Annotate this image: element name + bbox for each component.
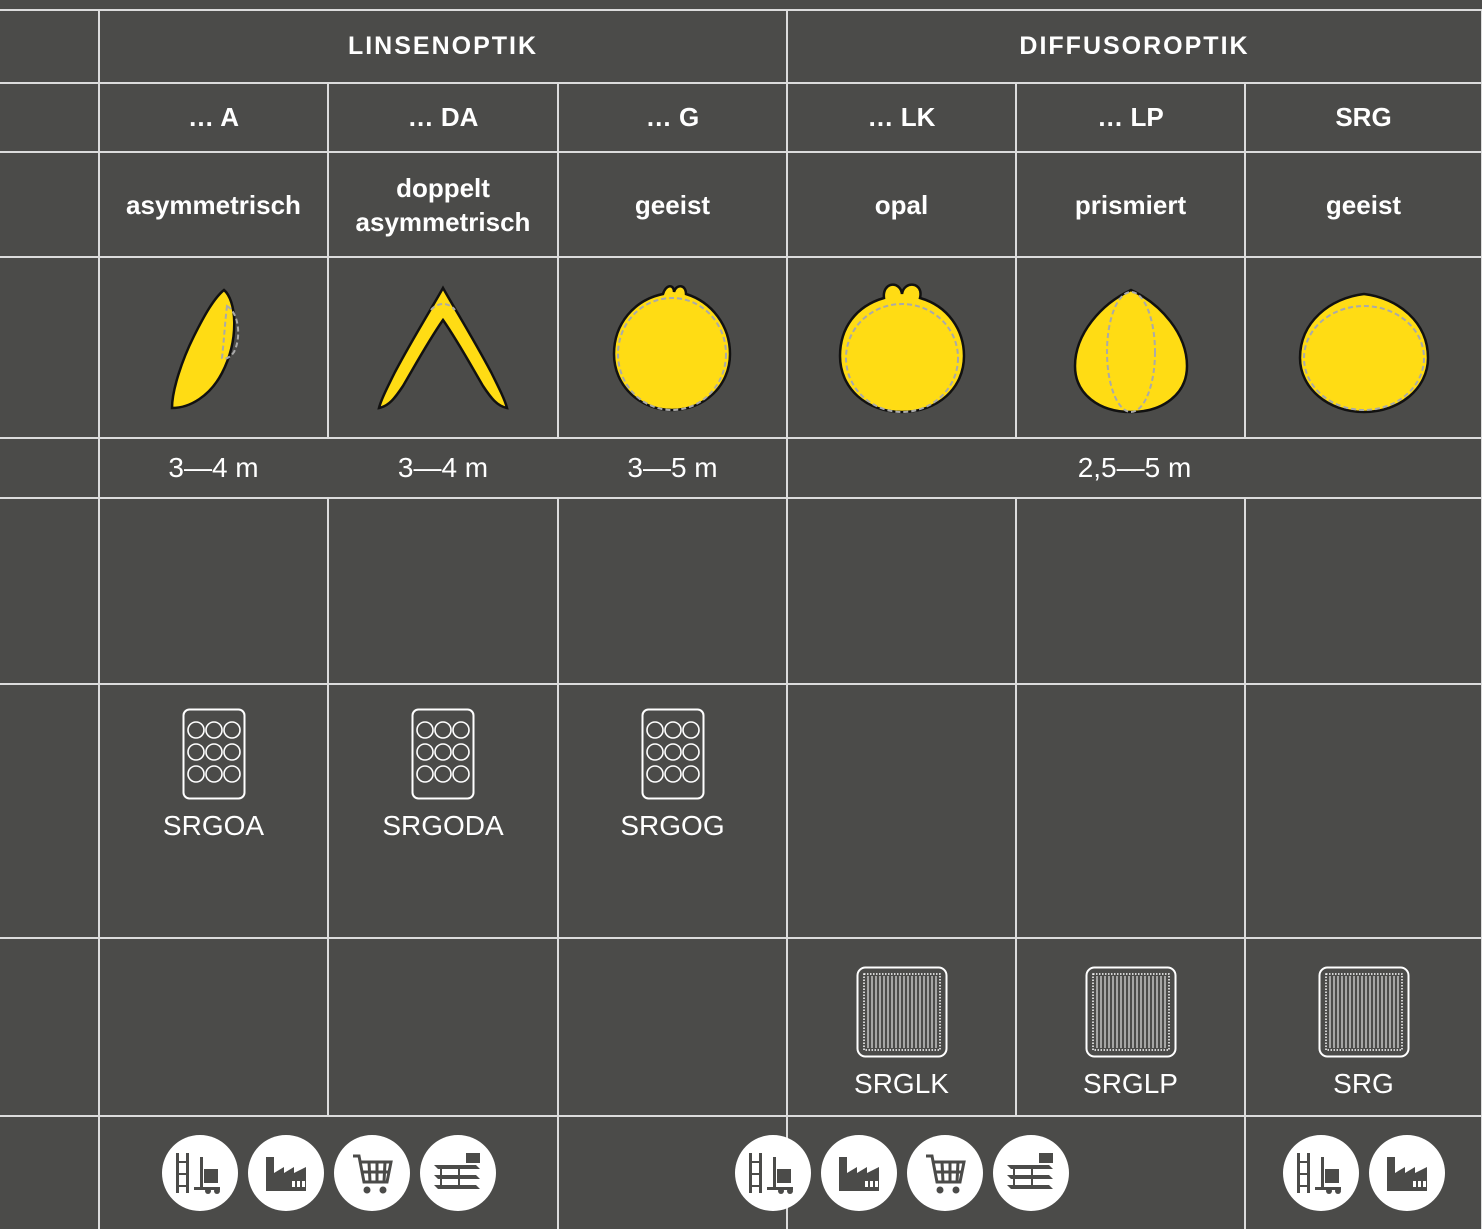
range-diffuser: 2,5—5 m [1077, 452, 1192, 483]
group-header-lens: LINSENOPTIK [347, 32, 539, 60]
applications-diffuser [558, 1116, 1245, 1229]
code-g: … G [645, 102, 700, 132]
factory-icon [1368, 1134, 1445, 1211]
shopping-cart-icon [906, 1134, 983, 1211]
model-label: SRGLP [1083, 1067, 1178, 1099]
model-srgoda: SRGODA [328, 700, 558, 850]
desc-da: doppelt asymmetrisch [328, 152, 558, 257]
srg-frosted-curve-icon [1245, 257, 1482, 438]
diffuser-module-icon [856, 966, 947, 1057]
desc-lp: prismiert [1074, 189, 1187, 220]
frosted-curve-icon [558, 257, 787, 438]
model-label: SRGOG [620, 810, 725, 841]
classroom-icon [419, 1134, 496, 1211]
applications-lens [99, 1116, 558, 1229]
code-a: … A [187, 102, 240, 132]
code-da: … DA [407, 102, 479, 132]
asymmetric-curve-icon [99, 257, 328, 438]
classroom-icon [992, 1134, 1069, 1211]
model-srglp: SRGLP [1016, 960, 1245, 1105]
code-lp: … LP [1097, 102, 1164, 132]
lens-module-icon [641, 708, 704, 800]
factory-icon [247, 1134, 324, 1211]
model-label: SRGODA [382, 810, 504, 841]
prismatic-curve-icon [1016, 257, 1245, 438]
opal-curve-icon [787, 257, 1016, 438]
desc-da-line1: doppelt [396, 172, 490, 203]
model-label: SRG [1333, 1067, 1394, 1099]
range-g: 3—5 m [627, 452, 718, 483]
lens-module-icon [411, 708, 475, 800]
diffuser-module-icon [1085, 966, 1176, 1057]
shopping-cart-icon [333, 1134, 410, 1211]
factory-icon [820, 1134, 897, 1211]
desc-lk: opal [874, 189, 929, 220]
model-srgog: SRGOG [558, 700, 787, 850]
model-label: SRGOA [162, 810, 265, 841]
model-srgoa: SRGOA [99, 700, 328, 850]
diffuser-module-icon [1318, 966, 1409, 1057]
desc-da-line2: asymmetrisch [355, 206, 531, 237]
desc-g: geeist [634, 189, 711, 220]
lens-module-icon [182, 708, 245, 800]
model-label: SRGLK [854, 1067, 949, 1099]
warehouse-forklift-icon [734, 1134, 811, 1211]
model-srg: SRG [1245, 960, 1482, 1105]
warehouse-forklift-icon [161, 1134, 238, 1211]
range-da: 3—4 m [397, 452, 489, 483]
code-srg: SRG [1335, 102, 1392, 132]
group-header-diffuser: DIFFUSOROPTIK [1019, 32, 1250, 60]
double-asymmetric-curve-icon [328, 257, 558, 438]
code-lk: … LK [867, 102, 936, 132]
desc-a: asymmetrisch [126, 189, 301, 220]
warehouse-forklift-icon [1282, 1134, 1359, 1211]
desc-srg: geeist [1325, 189, 1402, 220]
model-srglk: SRGLK [787, 960, 1016, 1105]
range-a: 3—4 m [168, 452, 259, 483]
applications-srg [1245, 1116, 1482, 1229]
